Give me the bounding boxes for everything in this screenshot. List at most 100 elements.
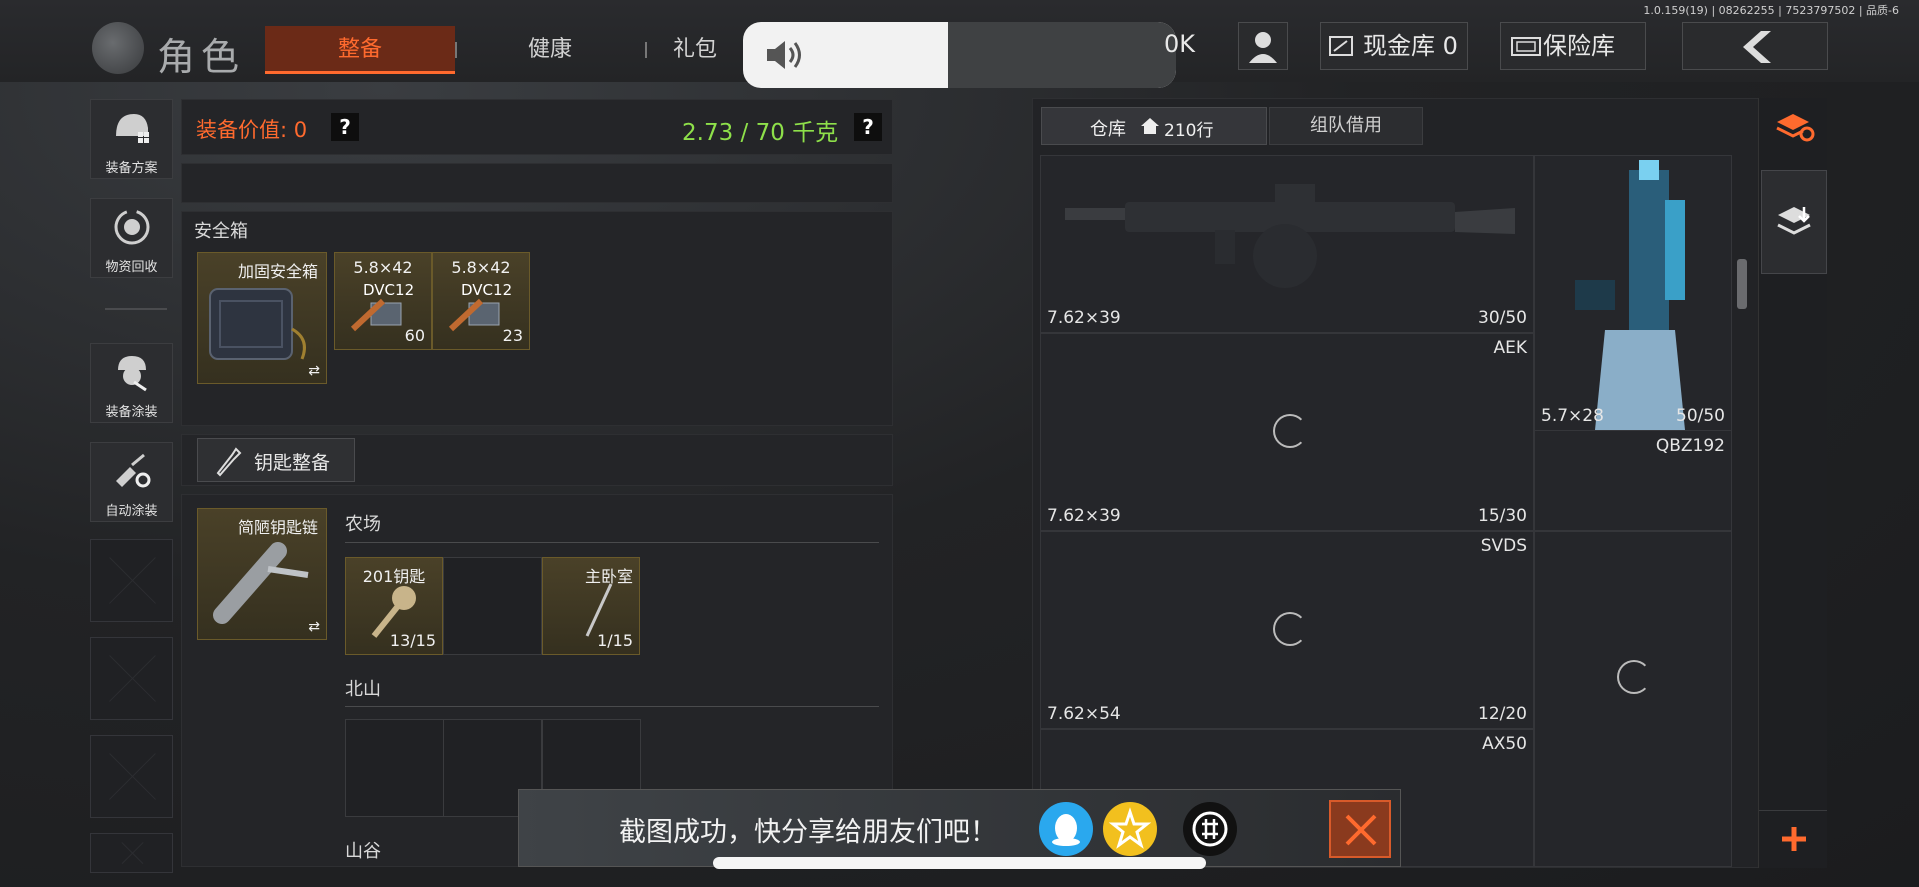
warehouse-item[interactable]: 7.62×39 30/50 [1040,155,1534,333]
item-ammo: 15/30 [1478,506,1527,526]
toast-message: 截图成功，快分享给朋友们吧！ [619,817,997,848]
equipment-summary: 装备价值: 0 ? 2.73 / 70 千克 ? [181,99,893,155]
sidebar-item-label: 装备涂装 [105,405,158,420]
key-slot[interactable]: 201钥匙 13/15 [345,557,443,655]
ammo-caliber: 5.8×42 [451,258,511,277]
sidebar-item-label: 自动涂装 [105,504,158,519]
sidebar-item-loadout[interactable]: 装备方案 [90,99,173,179]
item-caliber: 7.62×39 [1047,506,1121,526]
tab-equipment[interactable]: 整备 [265,26,455,74]
key-slot[interactable]: 主卧室 1/15 [542,557,640,655]
section-divider [345,706,879,707]
swap-icon[interactable]: ⇄ [308,619,320,635]
sidebar-empty-slot [90,833,173,873]
item-name: SVDS [1480,536,1527,556]
stack-refresh-icon[interactable] [1773,108,1815,144]
tab-gift[interactable]: 礼包 [645,26,745,74]
sidebar-empty-slot [90,539,173,622]
home-indicator[interactable] [713,857,1206,869]
warehouse-scrollbar[interactable] [1737,259,1747,309]
tools-divider [1759,810,1827,811]
cash-vault-button[interactable]: 现金库 0 [1320,22,1468,70]
key-count: 1/15 [597,631,633,650]
swap-icon[interactable]: ⇄ [308,363,320,379]
agent-button[interactable] [1238,22,1288,70]
stack-import-button[interactable] [1761,170,1827,274]
safebox-container[interactable]: 加固安全箱 ⇄ [197,252,327,384]
home-icon [1141,118,1159,134]
safebox-case-icon [209,288,306,360]
soldier-paint-icon [117,356,147,392]
safebox-panel: 安全箱 加固安全箱 ⇄ 5.8×42 DVC12 60 5.8×42 DVC12… [181,211,893,426]
qq-icon[interactable] [1039,802,1093,856]
toast-close-button[interactable] [1329,800,1391,858]
rifle-icon [1065,184,1515,288]
sidebar-item-recycle[interactable]: 物资回收 [90,198,173,278]
qzone-star-icon[interactable] [1103,802,1157,856]
cash-icon [1329,36,1353,56]
key-icon [216,447,242,477]
equipment-value: 装备价值: 0 [196,118,308,142]
sidebar-empty-slot [90,735,173,818]
tab-health[interactable]: 健康 [455,26,645,74]
item-name: QBZ192 [1655,436,1725,456]
insurance-vault-label: 保险库 [1543,32,1615,60]
item-caliber: 7.62×39 [1047,308,1121,328]
warehouse-tools [1758,98,1827,868]
item-ammo: 50/50 [1676,406,1725,426]
sidebar-divider [105,308,167,310]
sidebar-item-paint[interactable]: 装备涂装 [90,343,173,423]
globe-logo-icon [92,22,144,74]
keychain-container[interactable]: 简陋钥匙链 ⇄ [197,508,327,640]
item-ammo: 12/20 [1478,704,1527,724]
wechat-moments-icon[interactable] [1183,802,1237,856]
warehouse-panel: 仓库 210行 组队借用 7.62×39 30/50 AEK 7.62×39 1… [1032,98,1767,868]
warehouse-tab-label: 仓库 [1090,119,1126,140]
back-button[interactable] [1682,22,1828,70]
key-empty-slot[interactable] [345,719,444,817]
ammo-count: 60 [404,326,425,345]
sidebar-item-auto-paint[interactable]: 自动涂装 [90,442,173,522]
section-title: 农场 [345,514,381,535]
recycle-icon [114,209,149,245]
item-name: AX50 [1482,734,1527,754]
carry-weight: 2.73 / 70 千克 [682,120,839,146]
warehouse-item[interactable]: SVDS 7.62×54 12/20 [1040,531,1534,729]
add-icon[interactable] [1779,824,1809,854]
ammo-box-icon [350,298,402,332]
warehouse-empty-cell[interactable] [1534,531,1732,867]
item-name: AEK [1493,338,1527,358]
item-caliber: 7.62×54 [1047,704,1121,724]
sidebar-item-label: 装备方案 [105,161,158,176]
value-help-icon[interactable]: ? [331,113,359,141]
speaker-icon [767,41,801,69]
tab-team-borrow[interactable]: 组队借用 [1269,107,1423,145]
warehouse-item[interactable]: 5.7×28 50/50 QBZ192 [1534,155,1732,531]
ammo-box-icon [448,298,500,332]
insurance-vault-button[interactable]: 保险库 [1500,22,1646,70]
partial-value: 0K [1164,30,1196,58]
weight-help-icon[interactable]: ? [854,113,882,141]
key-count: 13/15 [389,631,436,650]
rifle-vertical-icon [1575,160,1685,430]
volume-hud [743,22,1176,88]
warehouse-item[interactable]: AEK 7.62×39 15/30 [1040,333,1534,531]
cash-vault-label: 现金库 0 [1363,32,1458,60]
key-loadout-button[interactable]: 钥匙整备 [197,438,355,482]
brush-gear-icon [115,453,150,488]
safebox-slot[interactable]: 5.8×42 DVC12 23 [432,252,530,350]
tab-warehouse[interactable]: 仓库 210行 [1041,107,1267,145]
loading-spinner-icon [1617,660,1651,694]
keychain-icon [213,542,309,624]
vault-icon [1511,37,1541,56]
ammo-caliber: 5.8×42 [353,258,413,277]
section-title: 北山 [345,679,381,700]
section-divider [345,542,879,543]
key-empty-slot[interactable] [443,557,542,655]
safebox-title: 安全箱 [194,221,248,242]
sidebar-empty-slot [90,637,173,720]
warehouse-rows: 210行 [1164,121,1214,141]
key-loadout-label: 钥匙整备 [254,452,331,474]
item-caliber: 5.7×28 [1541,406,1604,426]
safebox-slot[interactable]: 5.8×42 DVC12 60 [334,252,432,350]
